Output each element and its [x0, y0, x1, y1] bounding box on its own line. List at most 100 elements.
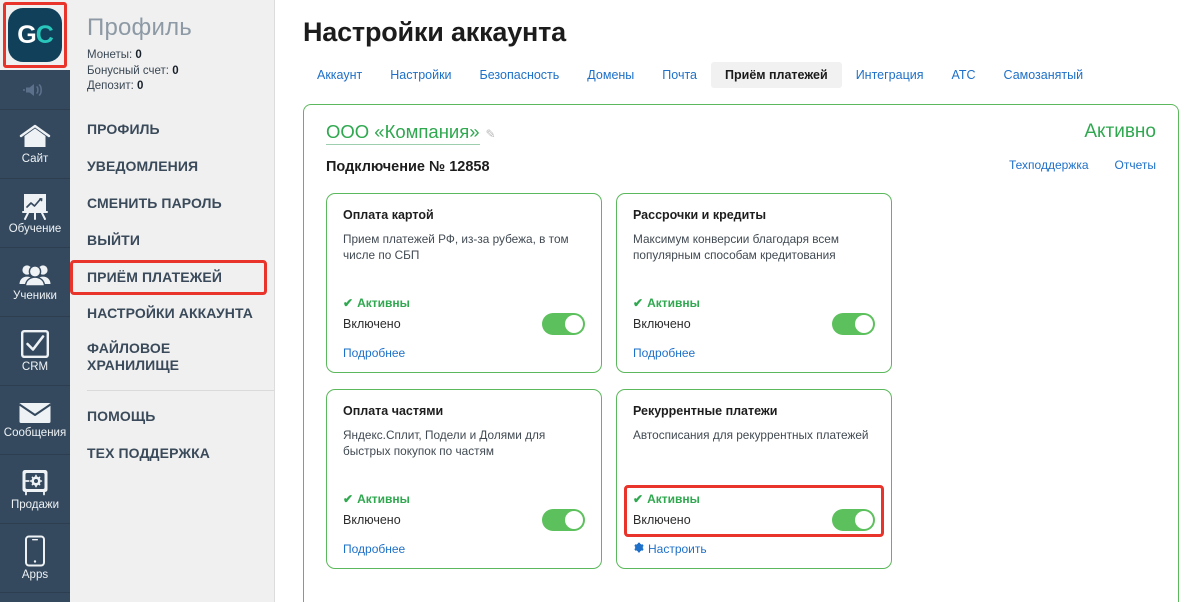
- rail-label-messages: Сообщения: [3, 426, 67, 439]
- panel-item-payments[interactable]: ПРИЁМ ПЛАТЕЖЕЙ: [70, 258, 274, 296]
- panel-item-notifications[interactable]: УВЕДОМЛЕНИЯ: [70, 148, 274, 185]
- rail-label-sales: Продажи: [10, 498, 60, 511]
- safe-icon: [20, 467, 50, 497]
- panel-title: Профиль: [87, 14, 193, 41]
- stat-deposit-value: 0: [137, 80, 144, 92]
- check-icon: ✔: [633, 296, 644, 310]
- rail-item-students[interactable]: Ученики: [0, 248, 70, 317]
- phone-icon: [24, 535, 46, 567]
- rail-item-sales[interactable]: Продажи: [0, 455, 70, 524]
- panel-item-account-settings[interactable]: НАСТРОЙКИ АККАУНТА: [70, 296, 274, 331]
- org-name[interactable]: ООО «Компания»: [326, 121, 480, 145]
- rail-label-students: Ученики: [13, 289, 57, 302]
- toggle-label: Включено: [343, 513, 401, 527]
- icon-rail: GC Сайт Обучение Ученики CRM Сообщения П…: [0, 0, 70, 602]
- stat-deposit: Депозит: 0: [87, 79, 274, 95]
- envelope-icon: [18, 401, 52, 425]
- panel-header: ООО «Компания» ✎ Подключение № 12858 Акт…: [326, 121, 1156, 175]
- rail-item-apps[interactable]: Apps: [0, 524, 70, 593]
- people-icon: [18, 262, 52, 288]
- panel-item-file-storage[interactable]: ФАЙЛОВОЕ ХРАНИЛИЩЕ: [70, 331, 274, 383]
- toggle-knob: [565, 511, 583, 529]
- payment-card-description: Максимум конверсии благодаря всем популя…: [633, 232, 839, 262]
- payment-card-description: Прием платежей РФ, из-за рубежа, в том ч…: [343, 232, 569, 262]
- payment-card-link[interactable]: Подробнее: [633, 346, 875, 360]
- enable-toggle[interactable]: [832, 509, 875, 531]
- stat-bonus: Бонусный счет: 0: [87, 64, 274, 80]
- tab-ats[interactable]: АТС: [938, 62, 990, 88]
- panel-item-logout[interactable]: ВЫЙТИ: [70, 222, 274, 259]
- payment-card-toggle-row: Включено: [343, 509, 585, 531]
- page-title: Настройки аккаунта: [303, 17, 566, 47]
- rail-item-speaker[interactable]: [0, 70, 70, 110]
- logo-letter-g: G: [17, 20, 36, 49]
- stat-deposit-label: Депозит:: [87, 80, 134, 92]
- toggle-label: Включено: [633, 513, 691, 527]
- gc-logo[interactable]: GC: [0, 0, 70, 70]
- enable-toggle[interactable]: [832, 313, 875, 335]
- rail-label-crm: CRM: [21, 360, 49, 373]
- gear-icon: [633, 542, 644, 556]
- payment-card-link[interactable]: Подробнее: [343, 542, 585, 556]
- payment-card-title: Оплата картой: [343, 208, 434, 222]
- panel-header-left: ООО «Компания» ✎ Подключение № 12858: [326, 121, 496, 175]
- payment-card-status: ✔ Активны: [633, 296, 875, 310]
- enable-toggle[interactable]: [542, 313, 585, 335]
- panel-divider: [87, 389, 274, 391]
- tab-mail[interactable]: Почта: [648, 62, 711, 88]
- profile-panel: Профиль Монеты: 0 Бонусный счет: 0 Депоз…: [70, 0, 275, 602]
- payment-card-link[interactable]: Настроить: [633, 542, 875, 556]
- link-reports[interactable]: Отчеты: [1115, 158, 1156, 172]
- payment-card-status-label: Активны: [357, 492, 410, 506]
- stat-bonus-value: 0: [172, 64, 179, 77]
- enable-toggle[interactable]: [542, 509, 585, 531]
- payment-card-installments: Рассрочки и кредиты Максимум конверсии б…: [616, 193, 892, 373]
- payment-card-recurring: Рекуррентные платежи Автосписания для ре…: [616, 389, 892, 569]
- tab-settings[interactable]: Настройки: [376, 62, 465, 88]
- chart-easel-icon: [20, 191, 50, 221]
- payment-card-link[interactable]: Подробнее: [343, 346, 585, 360]
- payment-cards-grid: Оплата картой Прием платежей РФ, из-за р…: [326, 193, 1156, 569]
- payment-card-status-label: Активны: [647, 492, 700, 506]
- payment-card-status: ✔ Активны: [633, 492, 875, 506]
- panel-item-change-password[interactable]: СМЕНИТЬ ПАРОЛЬ: [70, 185, 274, 222]
- tab-self-employed[interactable]: Самозанятый: [990, 62, 1098, 88]
- payments-panel: ООО «Компания» ✎ Подключение № 12858 Акт…: [303, 104, 1179, 602]
- payment-card-status: ✔ Активны: [343, 296, 585, 310]
- payment-card-toggle-row: Включено: [633, 509, 875, 531]
- tab-domains[interactable]: Домены: [573, 62, 648, 88]
- toggle-label: Включено: [343, 317, 401, 331]
- tab-bar: Аккаунт Настройки Безопасность Домены По…: [303, 62, 1179, 88]
- home-icon: [18, 123, 52, 151]
- check-icon: ✔: [343, 492, 354, 506]
- toggle-label: Включено: [633, 317, 691, 331]
- rail-item-messages[interactable]: Сообщения: [0, 386, 70, 455]
- tab-integration[interactable]: Интеграция: [842, 62, 938, 88]
- logo-square: GC: [8, 8, 62, 62]
- org-row: ООО «Компания» ✎: [326, 121, 496, 145]
- tab-payments[interactable]: Приём платежей: [711, 62, 842, 88]
- panel-item-support[interactable]: ТЕХ ПОДДЕРЖКА: [70, 435, 274, 472]
- payment-card-title: Рассрочки и кредиты: [633, 208, 767, 222]
- stat-coins: Монеты: 0: [87, 48, 274, 64]
- pencil-icon[interactable]: ✎: [486, 127, 496, 141]
- rail-item-crm[interactable]: CRM: [0, 317, 70, 386]
- payment-card-link-label: Подробнее: [633, 346, 696, 360]
- highlight-box-recurring-toggle: ✔ Активны Включено: [624, 485, 884, 537]
- panel-item-profile[interactable]: ПРОФИЛЬ: [70, 111, 274, 148]
- payment-card-link-label: Подробнее: [343, 346, 406, 360]
- payment-card-title: Рекуррентные платежи: [633, 404, 778, 418]
- payment-card-link-label: Подробнее: [343, 542, 406, 556]
- toggle-knob: [565, 315, 583, 333]
- panel-item-help[interactable]: ПОМОЩЬ: [70, 398, 274, 435]
- rail-item-education[interactable]: Обучение: [0, 179, 70, 248]
- tab-account[interactable]: Аккаунт: [303, 62, 376, 88]
- payment-card-status-label: Активны: [357, 296, 410, 310]
- link-support[interactable]: Техподдержка: [1009, 158, 1089, 172]
- tab-security[interactable]: Безопасность: [466, 62, 574, 88]
- panel-header-right: Активно Техподдержка Отчеты: [1009, 121, 1156, 172]
- rail-item-site[interactable]: Сайт: [0, 110, 70, 179]
- payment-card-toggle-row: Включено: [343, 313, 585, 335]
